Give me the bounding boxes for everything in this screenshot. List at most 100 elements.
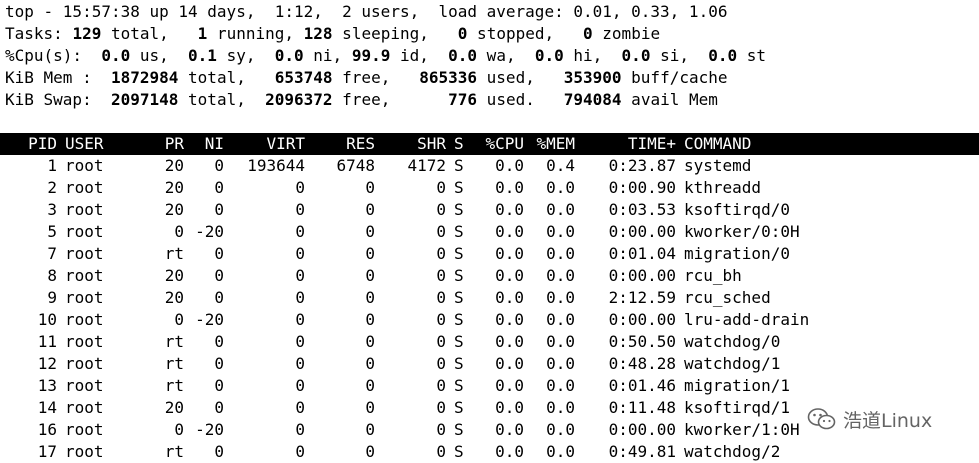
cell-pr: 20 <box>164 200 184 219</box>
cell-ni: -20 <box>195 420 224 439</box>
cell-command: watchdog/2 <box>684 442 781 461</box>
cell-command: kworker/0:0H <box>684 222 800 241</box>
cell-pid: 16 <box>37 420 57 439</box>
table-row: 7 root rt 0 0 0 0 S 0.0 0.0 0:01.04 migration/0 <box>0 243 979 265</box>
cell-pr: rt <box>164 244 184 263</box>
cell-virt: 0 <box>295 332 305 351</box>
table-row: 10 root 0 -20 0 0 0 S 0.0 0.0 0:00.00 lru-add-drain <box>0 309 979 331</box>
table-row: 9 root 20 0 0 0 0 S 0.0 0.0 2:12.59 rcu_sched <box>0 287 979 309</box>
tasks-total: 129 <box>72 24 102 43</box>
cell-mem: 0.0 <box>546 200 575 219</box>
cpu-ni: 0.0 <box>274 46 304 65</box>
cell-pid: 3 <box>47 200 57 219</box>
cell-shr: 0 <box>436 200 446 219</box>
cell-res: 0 <box>365 222 375 241</box>
cell-shr: 0 <box>436 376 446 395</box>
cell-user: root <box>65 310 104 329</box>
tasks-label: Tasks: <box>5 24 73 43</box>
cell-virt: 0 <box>295 420 305 439</box>
cpu-hi: 0.0 <box>534 46 564 65</box>
cell-cpu: 0.0 <box>495 376 524 395</box>
cell-res: 0 <box>365 266 375 285</box>
cell-res: 0 <box>365 288 375 307</box>
mem-free-label: free, <box>332 68 420 87</box>
cell-ni: -20 <box>195 310 224 329</box>
cpu-st: 0.0 <box>708 46 738 65</box>
cpu-hi-label: hi, <box>563 46 622 65</box>
cell-mem: 0.0 <box>546 332 575 351</box>
tasks-stopped-label: stopped, <box>467 24 584 43</box>
cell-pr: 0 <box>174 222 184 241</box>
cell-user: root <box>65 288 104 307</box>
cell-virt: 0 <box>295 354 305 373</box>
cell-virt: 0 <box>295 200 305 219</box>
cell-s: S <box>454 332 464 351</box>
mem-line: KiB Mem : 1872984 total, 653748 free, 86… <box>5 67 728 89</box>
column-header-user: USER <box>65 134 104 153</box>
table-row: 5 root 0 -20 0 0 0 S 0.0 0.0 0:00.00 kworker/0:0H <box>0 221 979 243</box>
swap-label: KiB Swap: <box>5 90 111 109</box>
cell-cpu: 0.0 <box>495 354 524 373</box>
cell-time: 0:03.53 <box>608 200 676 219</box>
tasks-zombie-label: zombie <box>592 24 661 43</box>
swap-line: KiB Swap: 2097148 total, 2096372 free, 7… <box>5 89 718 111</box>
cell-pid: 1 <box>47 156 57 175</box>
column-header-cpu: %CPU <box>485 134 524 153</box>
cell-time: 0:11.48 <box>608 398 676 417</box>
cpu-line: %Cpu(s): 0.0 us, 0.1 sy, 0.0 ni, 99.9 id… <box>5 45 766 67</box>
cell-s: S <box>454 442 464 461</box>
tasks-zombie: 0 <box>583 24 593 43</box>
cell-shr: 0 <box>436 332 446 351</box>
mem-buff-cache: 353900 <box>563 68 622 87</box>
cell-command: migration/1 <box>684 376 790 395</box>
cpu-wa-label: wa, <box>477 46 535 65</box>
cell-pr: rt <box>164 354 184 373</box>
swap-used: 776 <box>448 90 478 109</box>
cell-s: S <box>454 200 464 219</box>
process-table-header: PID USER PR NI VIRT RES SHR S %CPU %MEM TIME+ COMMA… <box>0 133 979 155</box>
column-header-s: S <box>454 134 464 153</box>
cell-command: watchdog/1 <box>684 354 781 373</box>
column-header-ni: NI <box>204 134 224 153</box>
cell-time: 0:01.04 <box>608 244 676 263</box>
cell-shr: 0 <box>436 398 446 417</box>
cell-pr: 20 <box>164 156 184 175</box>
cell-virt: 0 <box>295 288 305 307</box>
column-header-shr: SHR <box>417 134 446 153</box>
cell-user: root <box>65 200 104 219</box>
cell-pid: 12 <box>37 354 57 373</box>
column-header-command: COMMAND <box>684 134 752 153</box>
cell-s: S <box>454 156 464 175</box>
mem-total-label: total, <box>178 68 275 87</box>
cell-pr: 20 <box>164 398 184 417</box>
cell-mem: 0.0 <box>546 222 575 241</box>
cell-mem: 0.0 <box>546 178 575 197</box>
swap-avail-mem: 794084 <box>563 90 622 109</box>
cell-cpu: 0.0 <box>495 266 524 285</box>
cell-time: 0:00.00 <box>608 266 676 285</box>
table-row: 2 root 20 0 0 0 0 S 0.0 0.0 0:00.90 kthreadd <box>0 177 979 199</box>
cell-user: root <box>65 222 104 241</box>
cell-virt: 0 <box>295 398 305 417</box>
cell-time: 0:00.90 <box>608 178 676 197</box>
cell-ni: 0 <box>214 354 224 373</box>
cpu-st-label: st <box>737 46 767 65</box>
cell-res: 6748 <box>336 156 375 175</box>
cell-command: systemd <box>684 156 752 175</box>
cell-pid: 9 <box>47 288 57 307</box>
cell-ni: 0 <box>214 200 224 219</box>
cell-shr: 0 <box>436 222 446 241</box>
cell-cpu: 0.0 <box>495 222 524 241</box>
cell-res: 0 <box>365 376 375 395</box>
cell-command: kworker/1:0H <box>684 420 800 439</box>
cell-time: 0:00.00 <box>608 420 676 439</box>
mem-buff-cache-label: buff/cache <box>621 68 728 87</box>
cell-cpu: 0.0 <box>495 178 524 197</box>
cell-res: 0 <box>365 310 375 329</box>
cell-s: S <box>454 288 464 307</box>
cell-virt: 0 <box>295 266 305 285</box>
cell-pr: 20 <box>164 288 184 307</box>
column-header-mem: %MEM <box>536 134 575 153</box>
cell-command: ksoftirqd/1 <box>684 398 790 417</box>
cell-user: root <box>65 354 104 373</box>
